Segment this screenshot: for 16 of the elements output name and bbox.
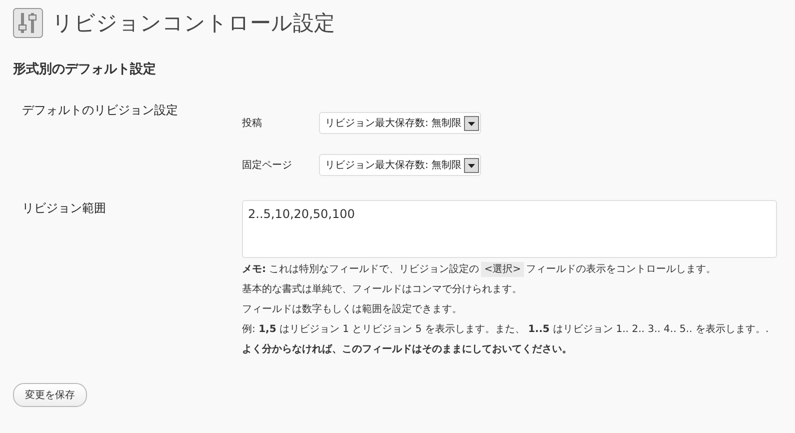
range-label: リビジョン範囲 <box>22 201 106 215</box>
revision-select[interactable]: リビジョン最大保存数: 無制限 <box>319 112 481 134</box>
select-label: 投稿 <box>242 118 262 129</box>
range-field[interactable]: 2..5,10,20,50,100 <box>242 200 777 258</box>
select-label: 固定ページ <box>242 160 292 171</box>
revision-select[interactable]: リビジョン最大保存数: 無制限 <box>319 154 481 176</box>
note-text: 例: 1,5 はリビジョン 1 とリビジョン 5 を表示します。また、 1..5 はリビジョン 1.. 2.. 3.. 4.. 5.. を表示します。. <box>242 322 770 337</box>
note-text: メモ: これは特別なフィールドで、リビジョン設定の <選択> フィールドの表示をコントロールします。 <box>242 262 717 277</box>
save-button[interactable]: 変更を保存 <box>13 383 87 407</box>
note-text: 基本的な書式は単純で、フィールドはコンマで分けられます。 <box>242 282 523 297</box>
page-title: リビジョンコントロール設定 <box>52 10 335 37</box>
note-text: よく分からなければ、このフィールドはそのままにしておいてください。 <box>242 342 573 357</box>
sliders-icon <box>13 8 43 38</box>
note-text: フィールドは数字もしくは範囲を設定できます。 <box>242 302 463 317</box>
setting-label: デフォルトのリビジョン設定 <box>22 103 178 117</box>
section-heading: 形式別のデフォルト設定 <box>13 60 157 78</box>
